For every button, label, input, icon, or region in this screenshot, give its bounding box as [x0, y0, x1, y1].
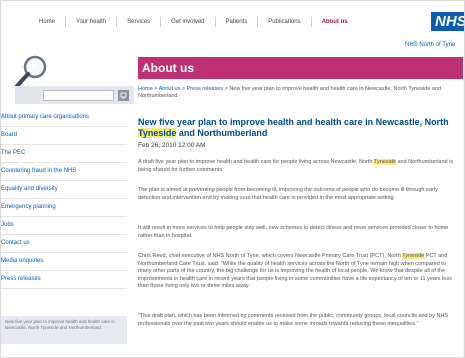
sidebar: About primary care organisations Board T…	[1, 109, 127, 289]
article-title: New five year plan to improve health and…	[138, 117, 458, 139]
nav-about-us[interactable]: About us	[312, 17, 358, 27]
paragraph-text: Chris Reed, chief executive of NHS North…	[138, 253, 403, 259]
nav-services[interactable]: Services	[117, 17, 162, 27]
sidebar-item-label: About primary care organisations	[1, 114, 90, 120]
article-paragraph: Chris Reed, chief executive of NHS North…	[138, 253, 458, 291]
breadcrumb-about[interactable]: About us	[159, 86, 181, 92]
org-name: NHS North of Tyne	[405, 42, 456, 48]
sidebar-item-label: Countering fraud in the NHS	[1, 168, 77, 174]
article-date: Feb 26, 2010 12:00 AM	[138, 142, 206, 149]
sidebar-item-label: The PEC	[1, 150, 26, 156]
search-highlight: Tyneside	[373, 159, 396, 165]
sidebar-item-about-primary-care[interactable]: About primary care organisations	[1, 109, 127, 127]
search-button[interactable]	[118, 89, 129, 101]
sidebar-item-label: Board	[1, 132, 18, 138]
breadcrumb-press[interactable]: Press releases	[187, 86, 223, 92]
nav-get-involved[interactable]: Get involved	[161, 17, 216, 27]
sidebar-item-equality[interactable]: Equality and diversity	[1, 181, 127, 199]
sidebar-item-label: Emergency planning	[1, 204, 56, 210]
breadcrumb: Home > About us > Press releases > New f…	[138, 86, 442, 99]
sidebar-item-pec[interactable]: The PEC	[1, 145, 127, 163]
article-paragraph: It will result in more services to help …	[138, 225, 449, 239]
sidebar-item-label: Jobs	[1, 222, 14, 228]
nav-your-health[interactable]: Your health	[66, 17, 118, 27]
sidebar-item-press-releases[interactable]: Press releases	[1, 271, 127, 289]
search-highlight: Tyneside	[402, 253, 425, 259]
breadcrumb-current: New five year plan to improve health and…	[138, 86, 442, 99]
sidebar-item-countering-fraud[interactable]: Countering fraud in the NHS	[1, 163, 127, 181]
article-paragraph: A draft five year plan to improve health…	[138, 159, 458, 174]
nhs-logo[interactable]: NHS	[431, 12, 464, 31]
search-go-icon	[120, 92, 127, 98]
title-highlight: Tyneside	[138, 128, 177, 138]
sidebar-item-emergency-planning[interactable]: Emergency planning	[1, 199, 127, 217]
top-nav: Home Your health Services Get involved P…	[1, 11, 358, 33]
nav-home[interactable]: Home	[1, 17, 67, 27]
page-frame: Home Your health Services Get involved P…	[0, 0, 465, 358]
search-bar	[15, 86, 134, 104]
paragraph-text: A draft five year plan to improve health…	[138, 159, 374, 165]
sidebar-item-label: Contact us	[1, 240, 30, 246]
breadcrumb-home[interactable]: Home	[138, 86, 153, 92]
search-input[interactable]	[43, 89, 114, 101]
sidebar-current-page-thumb[interactable]: New five year plan to improve health and…	[1, 316, 127, 344]
sidebar-item-label: Press releases	[1, 276, 41, 282]
sidebar-item-jobs[interactable]: Jobs	[1, 217, 127, 235]
sidebar-item-contact-us[interactable]: Contact us	[1, 235, 127, 253]
title-part: New five year plan to improve health and…	[138, 117, 449, 127]
sidebar-item-label: Equality and diversity	[1, 186, 58, 192]
article-paragraph: The plan is aimed at preventing people f…	[138, 187, 438, 201]
nav-publications[interactable]: Publications	[258, 17, 312, 27]
section-title: About us	[142, 61, 194, 75]
sidebar-item-board[interactable]: Board	[1, 127, 127, 145]
nav-patients[interactable]: Patients	[216, 17, 259, 27]
title-part: and Northumberland	[176, 128, 268, 138]
sidebar-item-label: Media enquiries	[1, 258, 44, 264]
sidebar-item-media-enquiries[interactable]: Media enquiries	[1, 253, 127, 271]
article-paragraph: "This draft plan, which has been informe…	[138, 313, 449, 327]
